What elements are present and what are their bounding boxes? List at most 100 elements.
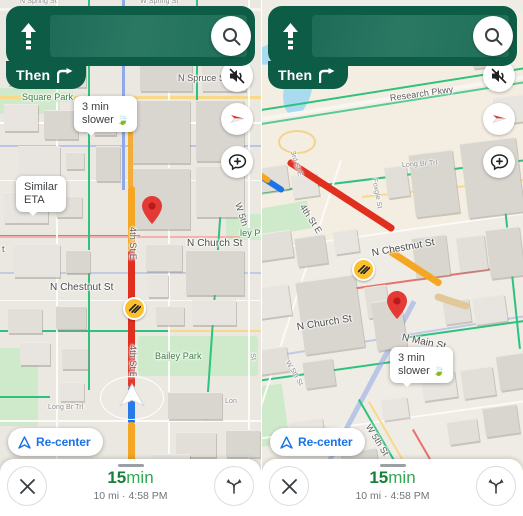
map-street-label: N Spring St [20,0,57,5]
straight-arrow-icon [6,6,50,66]
add-report-icon [490,153,508,170]
map-road [0,396,50,398]
incident-marker[interactable] [123,297,146,320]
speaker-muted-icon [491,68,507,84]
map-building [380,396,410,421]
map-street-label: Long Br Trl [48,404,84,411]
map-building [14,244,60,277]
compass-button[interactable] [221,103,253,135]
destination-pin[interactable] [387,291,407,319]
alternate-routes-button[interactable] [214,466,254,506]
map-building [4,104,38,131]
navigation-panel-right: Research Pkwy 3rd St E Long Br Trl Foxgle S… [261,0,523,516]
map-street-label: Bailey Park [155,351,202,361]
recenter-button[interactable]: Re-center [270,428,366,456]
map-street-label: Lon [225,398,237,405]
map-building [60,382,84,401]
alternate-routes-icon [488,479,504,494]
eta-value: 15 [107,468,127,487]
turn-right-icon [57,67,73,83]
route-bubble-similar[interactable]: Similar ETA [16,176,66,216]
map-roundabout [278,130,316,154]
trip-summary-sheet: 15min 10 mi · 4:58 PM [262,459,523,516]
bubble-line-1: 3 min [82,101,109,113]
close-icon [19,478,35,494]
close-navigation-button[interactable] [7,466,47,506]
current-position-chevron [118,382,146,408]
search-icon [222,27,240,45]
eco-leaf-icon: 🍃 [116,115,130,126]
construction-icon [357,265,370,274]
map-street-label: St [248,352,257,361]
bubble-line-2: ETA [24,194,45,206]
compass-button[interactable] [483,103,515,135]
map-building [472,293,508,326]
recenter-icon [280,435,293,449]
map-building [262,346,290,375]
map-street-label: t [2,244,5,254]
recenter-icon [18,435,31,449]
map-street-label: ley Park [240,228,261,238]
map-building [262,229,294,262]
map-building [44,110,78,139]
bubble-line-2-wrap: slower 🍃 [82,114,129,127]
turn-right-icon [319,67,335,83]
route-bubble-slower[interactable]: 3 min slower 🍃 [390,347,454,387]
map-building [446,418,480,445]
map-building [262,283,292,320]
map-building [482,403,520,438]
incident-marker[interactable] [352,258,375,281]
search-button[interactable] [211,16,251,56]
navigation-panel-left: N Spring St W Spring St Square Park N Spruc… [0,0,261,516]
bubble-line-1: 3 min [398,352,425,364]
compass-icon [492,115,507,124]
eco-leaf-icon: 🍃 [432,366,446,377]
recenter-label: Re-center [298,435,353,449]
map-building [132,100,190,163]
map-street-label: W Spring St [140,0,179,5]
straight-arrow-icon [268,6,312,66]
trip-summary-sheet: 15min 10 mi · 4:58 PM [0,459,261,516]
map-building [455,234,489,273]
then-label: Then [16,67,51,83]
sheet-grabber[interactable] [379,464,406,467]
map-street-label: N Church St [187,238,243,249]
navigation-comparison-screen: N Spring St W Spring St Square Park N Spruc… [0,0,523,516]
construction-icon [128,304,141,313]
map-building [495,352,523,391]
then-label: Then [278,67,313,83]
close-navigation-button[interactable] [269,466,309,506]
map-building [460,365,496,400]
bubble-line-2-wrap: slower 🍃 [398,365,445,378]
map-building [192,300,236,325]
recenter-button[interactable]: Re-center [8,428,104,456]
sheet-grabber[interactable] [117,464,144,467]
bubble-line-2: slower [82,114,114,126]
compass-icon [230,115,245,124]
map-building [302,358,336,389]
map-controls-right [483,60,515,178]
map-building [168,392,222,419]
map-building [226,430,260,457]
search-button[interactable] [473,16,513,56]
search-icon [484,27,502,45]
map-street-label: 4th St E [128,227,138,260]
map-building [66,152,84,169]
recenter-label: Re-center [36,435,91,449]
report-button[interactable] [221,146,253,178]
bubble-line-1: Similar [24,181,58,193]
map-street-label: 4th St E [128,345,138,378]
map-building [66,250,90,273]
eta-unit: min [126,468,154,487]
report-button[interactable] [483,146,515,178]
map-building [156,306,184,325]
eta-unit: min [388,468,416,487]
map-building [20,342,50,365]
map-street-label: N Chestnut St [50,282,114,293]
map-building [332,228,360,255]
bubble-line-2: slower [398,365,430,377]
map-building [96,146,120,181]
destination-pin[interactable] [142,196,162,224]
route-bubble-slower[interactable]: 3 min slower 🍃 [74,96,138,136]
alternate-routes-button[interactable] [476,466,516,506]
